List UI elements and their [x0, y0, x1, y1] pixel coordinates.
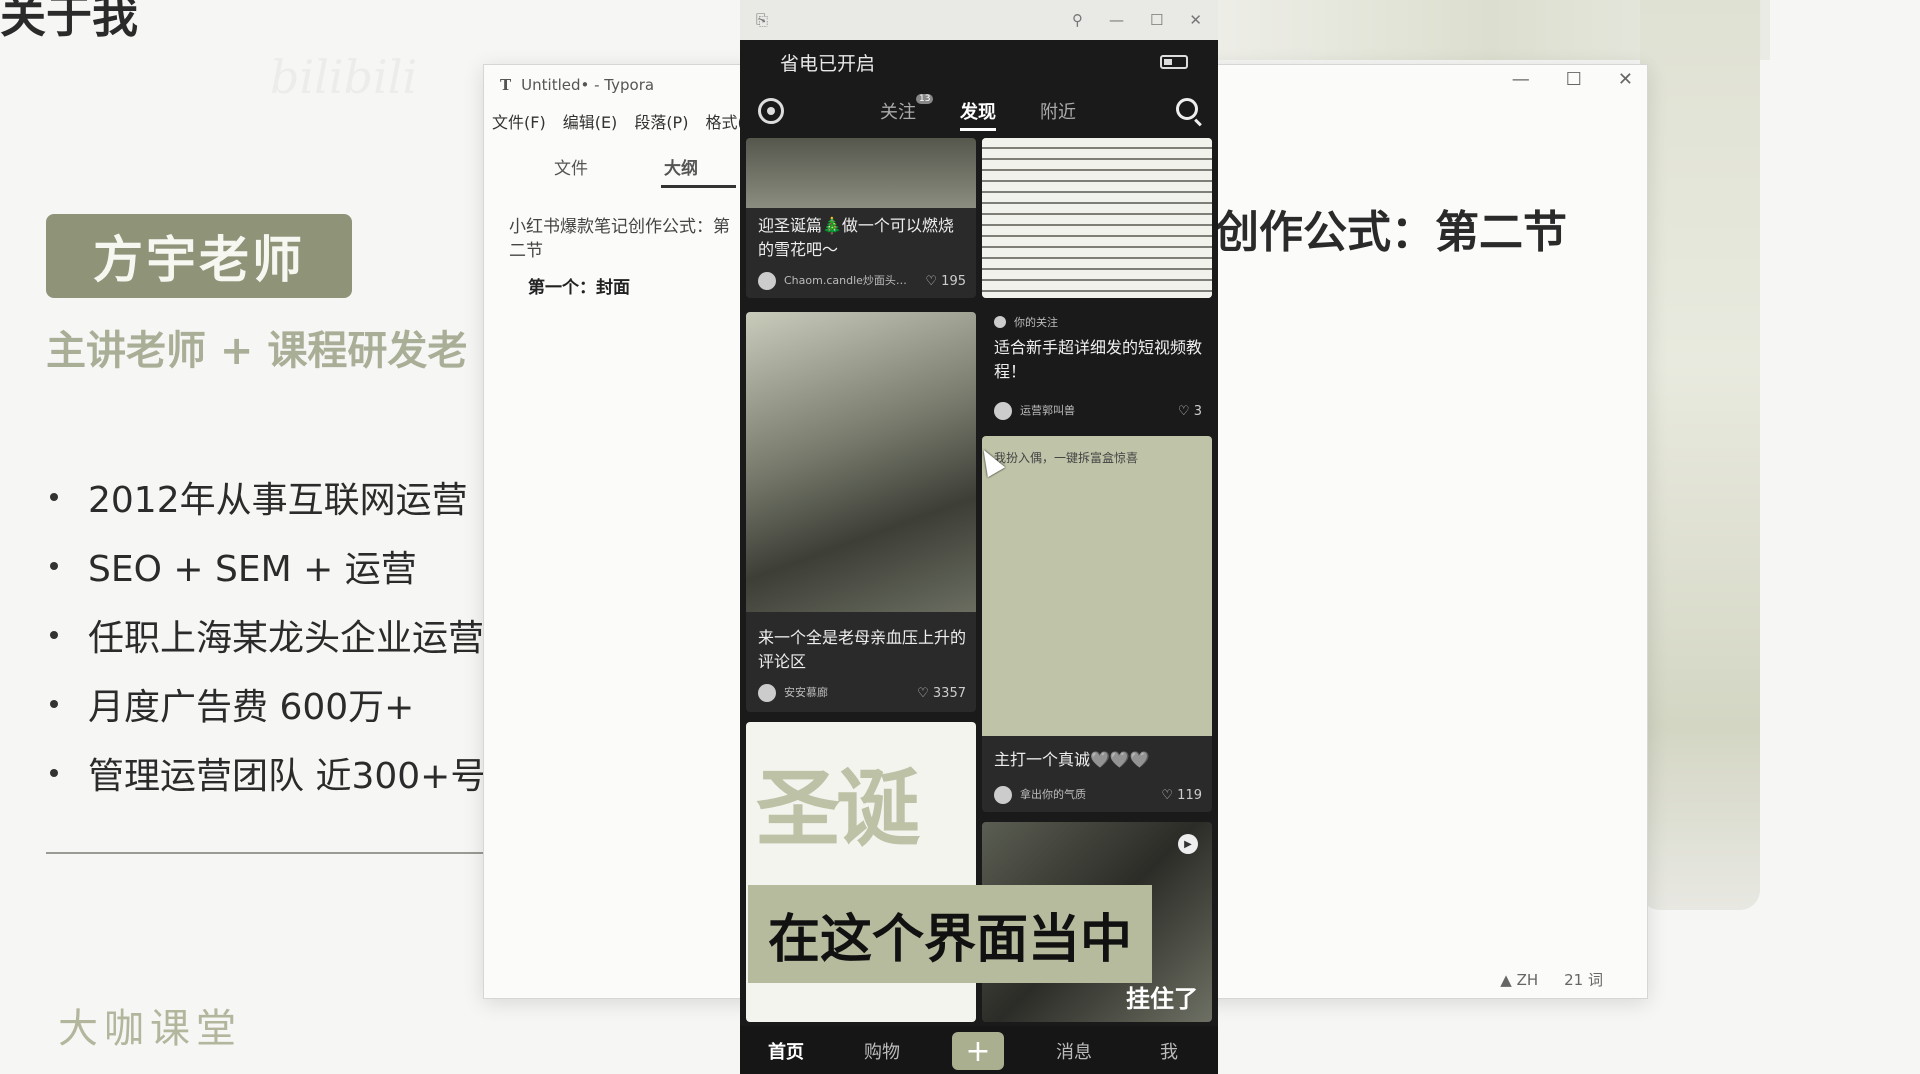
- create-post-button[interactable]: +: [952, 1032, 1004, 1070]
- tab-files[interactable]: 文件: [554, 145, 588, 187]
- tab-me[interactable]: 我: [1160, 1038, 1178, 1064]
- tab-outline[interactable]: 大纲: [664, 145, 698, 187]
- feed-card[interactable]: [982, 138, 1212, 298]
- card-image: [982, 138, 1212, 298]
- bullet-dot-icon: [50, 492, 58, 501]
- teacher-subtitle: 主讲老师 + 课程研发老: [46, 328, 468, 374]
- follow-badge: 13: [916, 94, 934, 104]
- card-meta: Chaom.candle炒面头… ♡ 195: [758, 272, 966, 290]
- decor-right-plant: [1640, 0, 1760, 910]
- feed-card[interactable]: 你的关注 适合新手超详细发的短视频教程！ 运营郭叫兽 ♡ 3: [982, 312, 1212, 430]
- close-icon[interactable]: ✕: [1618, 69, 1633, 90]
- bullet-list: 2012年从事互联网运营 SEO + SEM + 运营 任职上海某龙头企业运营 …: [46, 462, 486, 807]
- tab-follow[interactable]: 关注: [880, 98, 916, 124]
- feed-card[interactable]: 来一个全是老母亲血压上升的评论区 安安慕廊 ♡ 3357: [746, 312, 976, 712]
- bullet-dot-icon: [50, 768, 58, 777]
- bullet-dot-icon: [50, 630, 58, 639]
- avatar: [758, 684, 776, 702]
- menu-edit[interactable]: 编辑(E): [563, 109, 618, 133]
- close-icon[interactable]: ✕: [1189, 11, 1202, 29]
- corner-watermark: 大咖课堂: [58, 1006, 242, 1052]
- card-meta: 安安慕廊 ♡ 3357: [758, 684, 966, 702]
- bullet-dot-icon: [50, 561, 58, 570]
- tab-nearby[interactable]: 附近: [1040, 98, 1076, 124]
- bullet-item: 管理运营团队 近300+号: [46, 738, 486, 807]
- card-title: 主打一个真诚🩶🩶🩶: [994, 750, 1150, 769]
- pin-icon[interactable]: ⚲: [1072, 11, 1083, 29]
- search-icon[interactable]: [1176, 98, 1198, 120]
- tab-messages[interactable]: 消息: [1056, 1038, 1092, 1064]
- maximize-icon[interactable]: ☐: [1566, 69, 1582, 90]
- card-cover-caption: 我扮入偶，一键拆富盒惊喜: [994, 451, 1139, 465]
- card-cover-text: 圣诞: [756, 760, 920, 858]
- back-icon[interactable]: ⎘: [756, 11, 768, 29]
- status-bar: ▲ ZH 21 词: [1500, 969, 1603, 990]
- menu-file[interactable]: 文件(F): [492, 109, 546, 133]
- feed-card[interactable]: 迎圣诞篇🎄做一个可以燃烧的雪花吧～ Chaom.candle炒面头… ♡ 195: [746, 138, 976, 298]
- video-subtitle: 在这个界面当中: [748, 885, 1153, 983]
- avatar: [758, 272, 776, 290]
- like-count[interactable]: ♡ 3357: [917, 686, 966, 701]
- bullet-item: SEO + SEM + 运营: [46, 531, 486, 600]
- sidebar-tabs: 文件 大纲: [484, 145, 736, 188]
- battery-icon: [1160, 55, 1188, 69]
- minimize-icon[interactable]: —: [1109, 11, 1124, 29]
- bilibili-watermark: bilibili: [270, 50, 418, 104]
- card-title: 来一个全是老母亲血压上升的评论区: [758, 628, 967, 671]
- card-meta: 运营郭叫兽 ♡ 3: [994, 402, 1202, 420]
- bullet-item: 2012年从事互联网运营: [46, 462, 486, 531]
- bullet-dot-icon: [50, 699, 58, 708]
- teacher-name-badge: 方宇老师: [46, 214, 352, 298]
- card-title: 迎圣诞篇🎄做一个可以燃烧的雪花吧～: [758, 216, 954, 259]
- avatar: [994, 786, 1012, 804]
- outline-heading[interactable]: 小红书爆款笔记创作公式：第二节: [509, 215, 739, 263]
- live-icon[interactable]: [758, 98, 784, 124]
- bottom-tabbar: 首页 购物 + 消息 我: [740, 1026, 1218, 1074]
- like-count[interactable]: ♡ 3: [1178, 404, 1202, 419]
- warning-icon[interactable]: ▲ ZH: [1500, 971, 1538, 989]
- bullet-item: 任职上海某龙头企业运营: [46, 600, 486, 669]
- menu-paragraph[interactable]: 段落(P): [634, 109, 688, 133]
- card-image: [982, 436, 1212, 736]
- card-image: [746, 138, 976, 208]
- card-overlay-text: 挂住了: [1126, 985, 1198, 1013]
- minimize-icon[interactable]: —: [1512, 69, 1530, 90]
- play-icon: ▶: [1178, 834, 1198, 854]
- card-title: 适合新手超详细发的短视频教程！: [994, 338, 1203, 381]
- avatar: [994, 402, 1012, 420]
- word-count[interactable]: 21 词: [1564, 969, 1603, 990]
- active-tab-indicator: [661, 185, 736, 188]
- power-saving-status: 省电已开启: [780, 52, 876, 75]
- phone-window-titlebar[interactable]: ⎘ ⚲ — ☐ ✕: [740, 0, 1218, 40]
- outline-subheading[interactable]: 第一个：封面: [528, 273, 630, 298]
- window-controls: — ☐ ✕: [1512, 69, 1633, 90]
- card-image: [746, 312, 976, 612]
- feed-card[interactable]: 我扮入偶，一键拆富盒惊喜 主打一个真诚🩶🩶🩶 拿出你的气质 ♡ 119: [982, 436, 1212, 812]
- maximize-icon[interactable]: ☐: [1150, 11, 1163, 29]
- slide-divider: [46, 852, 486, 854]
- like-count[interactable]: ♡ 195: [925, 274, 966, 289]
- window-title: Untitled• - Typora: [521, 76, 655, 94]
- status-bar: 省电已开启: [740, 40, 1218, 84]
- tab-home[interactable]: 首页: [768, 1038, 804, 1064]
- bullet-item: 月度广告费 600万+: [46, 669, 486, 738]
- top-nav: 关注 13 发现 附近: [740, 84, 1218, 138]
- slide-title: 关于我: [0, 0, 138, 43]
- typora-app-icon: T: [500, 76, 512, 94]
- tab-discover[interactable]: 发现: [960, 98, 996, 124]
- card-tag: 你的关注: [994, 314, 1202, 330]
- menu-format[interactable]: 格式(: [705, 109, 743, 133]
- follow-tag-icon: [994, 316, 1006, 328]
- slide-right-title: 创作公式：第二节: [1215, 207, 1567, 258]
- card-meta: 拿出你的气质 ♡ 119: [994, 786, 1202, 804]
- active-tab-indicator: [960, 128, 996, 131]
- tab-shop[interactable]: 购物: [864, 1038, 900, 1064]
- like-count[interactable]: ♡ 119: [1161, 788, 1202, 803]
